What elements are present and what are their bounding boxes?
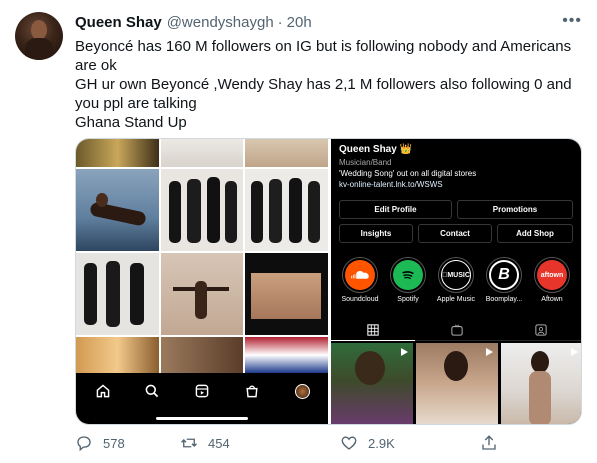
media-image-left[interactable] xyxy=(76,139,328,424)
video-play-icon xyxy=(486,348,493,356)
tweet-actions: 578 454 2.9K xyxy=(75,432,505,454)
share-button[interactable] xyxy=(480,432,498,454)
tweet-media[interactable]: Queen Shay 👑 Musician/Band 'Wedding Song… xyxy=(75,138,582,425)
promotions-button[interactable]: Promotions xyxy=(457,200,573,219)
highlight-boomplay[interactable]: B xyxy=(486,257,522,293)
reply-count: 578 xyxy=(103,435,125,451)
author-handle[interactable]: @wendyshaygh xyxy=(167,14,274,31)
profile-bio: 'Wedding Song' out on all digital stores xyxy=(339,169,477,178)
grid-photo xyxy=(161,337,243,373)
profile-post[interactable] xyxy=(501,343,581,424)
search-icon[interactable] xyxy=(142,381,162,401)
grid-photo xyxy=(76,139,159,167)
grid-photo xyxy=(161,139,243,167)
reply-icon xyxy=(77,436,91,452)
home-indicator xyxy=(156,417,248,420)
highlight-label: Soundcloud xyxy=(341,296,379,303)
add-shop-button[interactable]: Add Shop xyxy=(497,224,573,243)
profile-link[interactable]: kv-online-talent.lnk.to/WSWS xyxy=(339,180,443,189)
profile-name: Queen Shay 👑 xyxy=(339,144,413,155)
grid-photo xyxy=(76,253,159,335)
highlight-soundcloud[interactable] xyxy=(342,257,378,293)
grid-photo xyxy=(245,253,328,335)
boomplay-icon: B xyxy=(489,260,519,290)
reels-icon[interactable] xyxy=(192,381,212,401)
aftown-icon: aftown xyxy=(537,260,567,290)
author-avatar[interactable] xyxy=(15,12,63,60)
grid-photo xyxy=(161,253,243,335)
apple-music-icon: MUSIC xyxy=(441,260,471,290)
media-image-right[interactable]: Queen Shay 👑 Musician/Band 'Wedding Song… xyxy=(331,139,581,424)
retweet-button[interactable]: 454 xyxy=(180,432,230,454)
grid-photo xyxy=(76,169,159,251)
grid-photo xyxy=(245,139,328,167)
tweet-text: Beyoncé has 160 M followers on IG but is… xyxy=(75,37,580,132)
highlight-label: Spotify xyxy=(397,296,419,303)
tweet-line: Beyoncé has 160 M followers on IG but is… xyxy=(75,38,572,74)
highlight-label: Aftown xyxy=(541,296,563,303)
reply-button[interactable]: 578 xyxy=(75,432,125,454)
highlight-apple-music[interactable]: MUSIC xyxy=(438,257,474,293)
profile-avatar-icon[interactable] xyxy=(292,381,312,401)
video-play-icon xyxy=(401,348,408,356)
grid-photo xyxy=(161,169,243,251)
tweet-time[interactable]: 20h xyxy=(287,14,312,31)
photo-grid xyxy=(76,139,328,373)
like-count: 2.9K xyxy=(368,435,395,451)
author-name[interactable]: Queen Shay xyxy=(75,14,162,31)
tweet-line: Ghana Stand Up xyxy=(75,114,187,131)
highlight-label: Boomplay... xyxy=(485,296,523,303)
grid-icon[interactable] xyxy=(366,323,380,337)
more-icon[interactable]: ••• xyxy=(562,12,582,30)
video-play-icon xyxy=(571,348,578,356)
highlight-aftown[interactable]: aftown xyxy=(534,257,570,293)
tweet-header: Queen Shay @wendyshaygh · 20h xyxy=(75,12,312,32)
edit-profile-button[interactable]: Edit Profile xyxy=(339,200,452,219)
instagram-bottom-nav xyxy=(76,373,328,424)
highlight-spotify[interactable] xyxy=(390,257,426,293)
shop-icon[interactable] xyxy=(242,381,262,401)
igtv-icon[interactable] xyxy=(450,323,464,337)
soundcloud-icon xyxy=(345,260,375,290)
tweet[interactable]: Queen Shay @wendyshaygh · 20h ••• Beyonc… xyxy=(0,0,597,463)
spotify-icon xyxy=(393,260,423,290)
highlight-label: Apple Music xyxy=(436,296,476,303)
separator-dot: · xyxy=(277,13,283,31)
like-button[interactable]: 2.9K xyxy=(340,432,395,454)
profile-category: Musician/Band xyxy=(339,158,392,167)
retweet-icon xyxy=(181,438,197,448)
tweet-line: GH ur own Beyoncé ,Wendy Shay has 2,1 M … xyxy=(75,76,572,112)
tagged-icon[interactable] xyxy=(534,323,548,337)
profile-post[interactable] xyxy=(331,343,413,424)
grid-photo xyxy=(76,337,159,373)
share-icon xyxy=(482,435,496,450)
like-icon xyxy=(341,436,357,450)
home-icon[interactable] xyxy=(93,381,113,401)
active-tab-indicator xyxy=(331,340,415,341)
retweet-count: 454 xyxy=(208,435,230,451)
insights-button[interactable]: Insights xyxy=(339,224,413,243)
contact-button[interactable]: Contact xyxy=(418,224,492,243)
grid-photo xyxy=(245,337,328,373)
profile-tabs xyxy=(331,319,581,341)
grid-photo xyxy=(245,169,328,251)
profile-post[interactable] xyxy=(416,343,498,424)
